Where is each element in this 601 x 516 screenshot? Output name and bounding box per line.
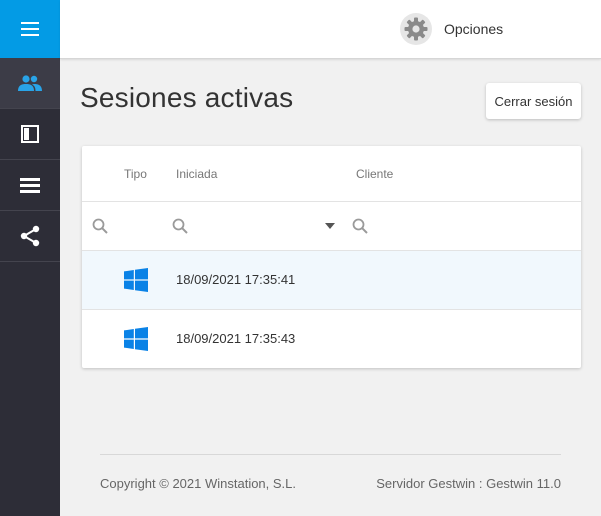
- filter-row: [82, 202, 581, 251]
- search-icon[interactable]: [352, 218, 368, 234]
- users-icon: [18, 75, 42, 91]
- options-label[interactable]: Opciones: [444, 21, 503, 37]
- footer-divider: [100, 454, 561, 455]
- copyright-text: Copyright © 2021 Winstation, S.L.: [100, 476, 297, 491]
- session-start-date: 18/09/2021 17:35:43: [176, 331, 296, 346]
- gear-icon: [404, 17, 428, 41]
- windows-icon: [124, 268, 148, 292]
- sidebar-item-sessions[interactable]: [0, 58, 60, 109]
- options-avatar[interactable]: [400, 13, 432, 45]
- logout-button[interactable]: Cerrar sesión: [486, 83, 581, 119]
- column-header-iniciada[interactable]: Iniciada: [176, 167, 217, 181]
- list-icon: [20, 177, 40, 193]
- server-info: Servidor Gestwin : Gestwin 11.0: [376, 476, 561, 491]
- column-header-cliente[interactable]: Cliente: [356, 167, 393, 181]
- table-row[interactable]: 18/09/2021 17:35:43: [82, 310, 581, 368]
- sidebar: [0, 0, 60, 516]
- search-icon[interactable]: [172, 218, 188, 234]
- sidebar-item-window[interactable]: [0, 109, 60, 160]
- page-title: Sesiones activas: [80, 82, 294, 113]
- window-icon: [21, 125, 39, 143]
- session-start-date: 18/09/2021 17:35:41: [176, 272, 296, 287]
- sessions-table: Tipo Iniciada Cliente 18/09/2021 17:35:4…: [82, 146, 581, 368]
- search-icon[interactable]: [92, 218, 108, 234]
- table-row[interactable]: 18/09/2021 17:35:41: [82, 251, 581, 310]
- menu-button[interactable]: [0, 0, 60, 58]
- column-header-tipo[interactable]: Tipo: [124, 167, 147, 181]
- options-menu[interactable]: Opciones: [400, 11, 503, 47]
- windows-icon: [124, 327, 148, 351]
- share-icon: [20, 225, 40, 247]
- sidebar-item-share[interactable]: [0, 211, 60, 262]
- dropdown-arrow-icon[interactable]: [325, 223, 335, 229]
- hamburger-menu-icon: [21, 22, 39, 36]
- table-header: Tipo Iniciada Cliente: [82, 146, 581, 202]
- sidebar-item-list[interactable]: [0, 160, 60, 211]
- topbar: Opciones: [60, 0, 601, 59]
